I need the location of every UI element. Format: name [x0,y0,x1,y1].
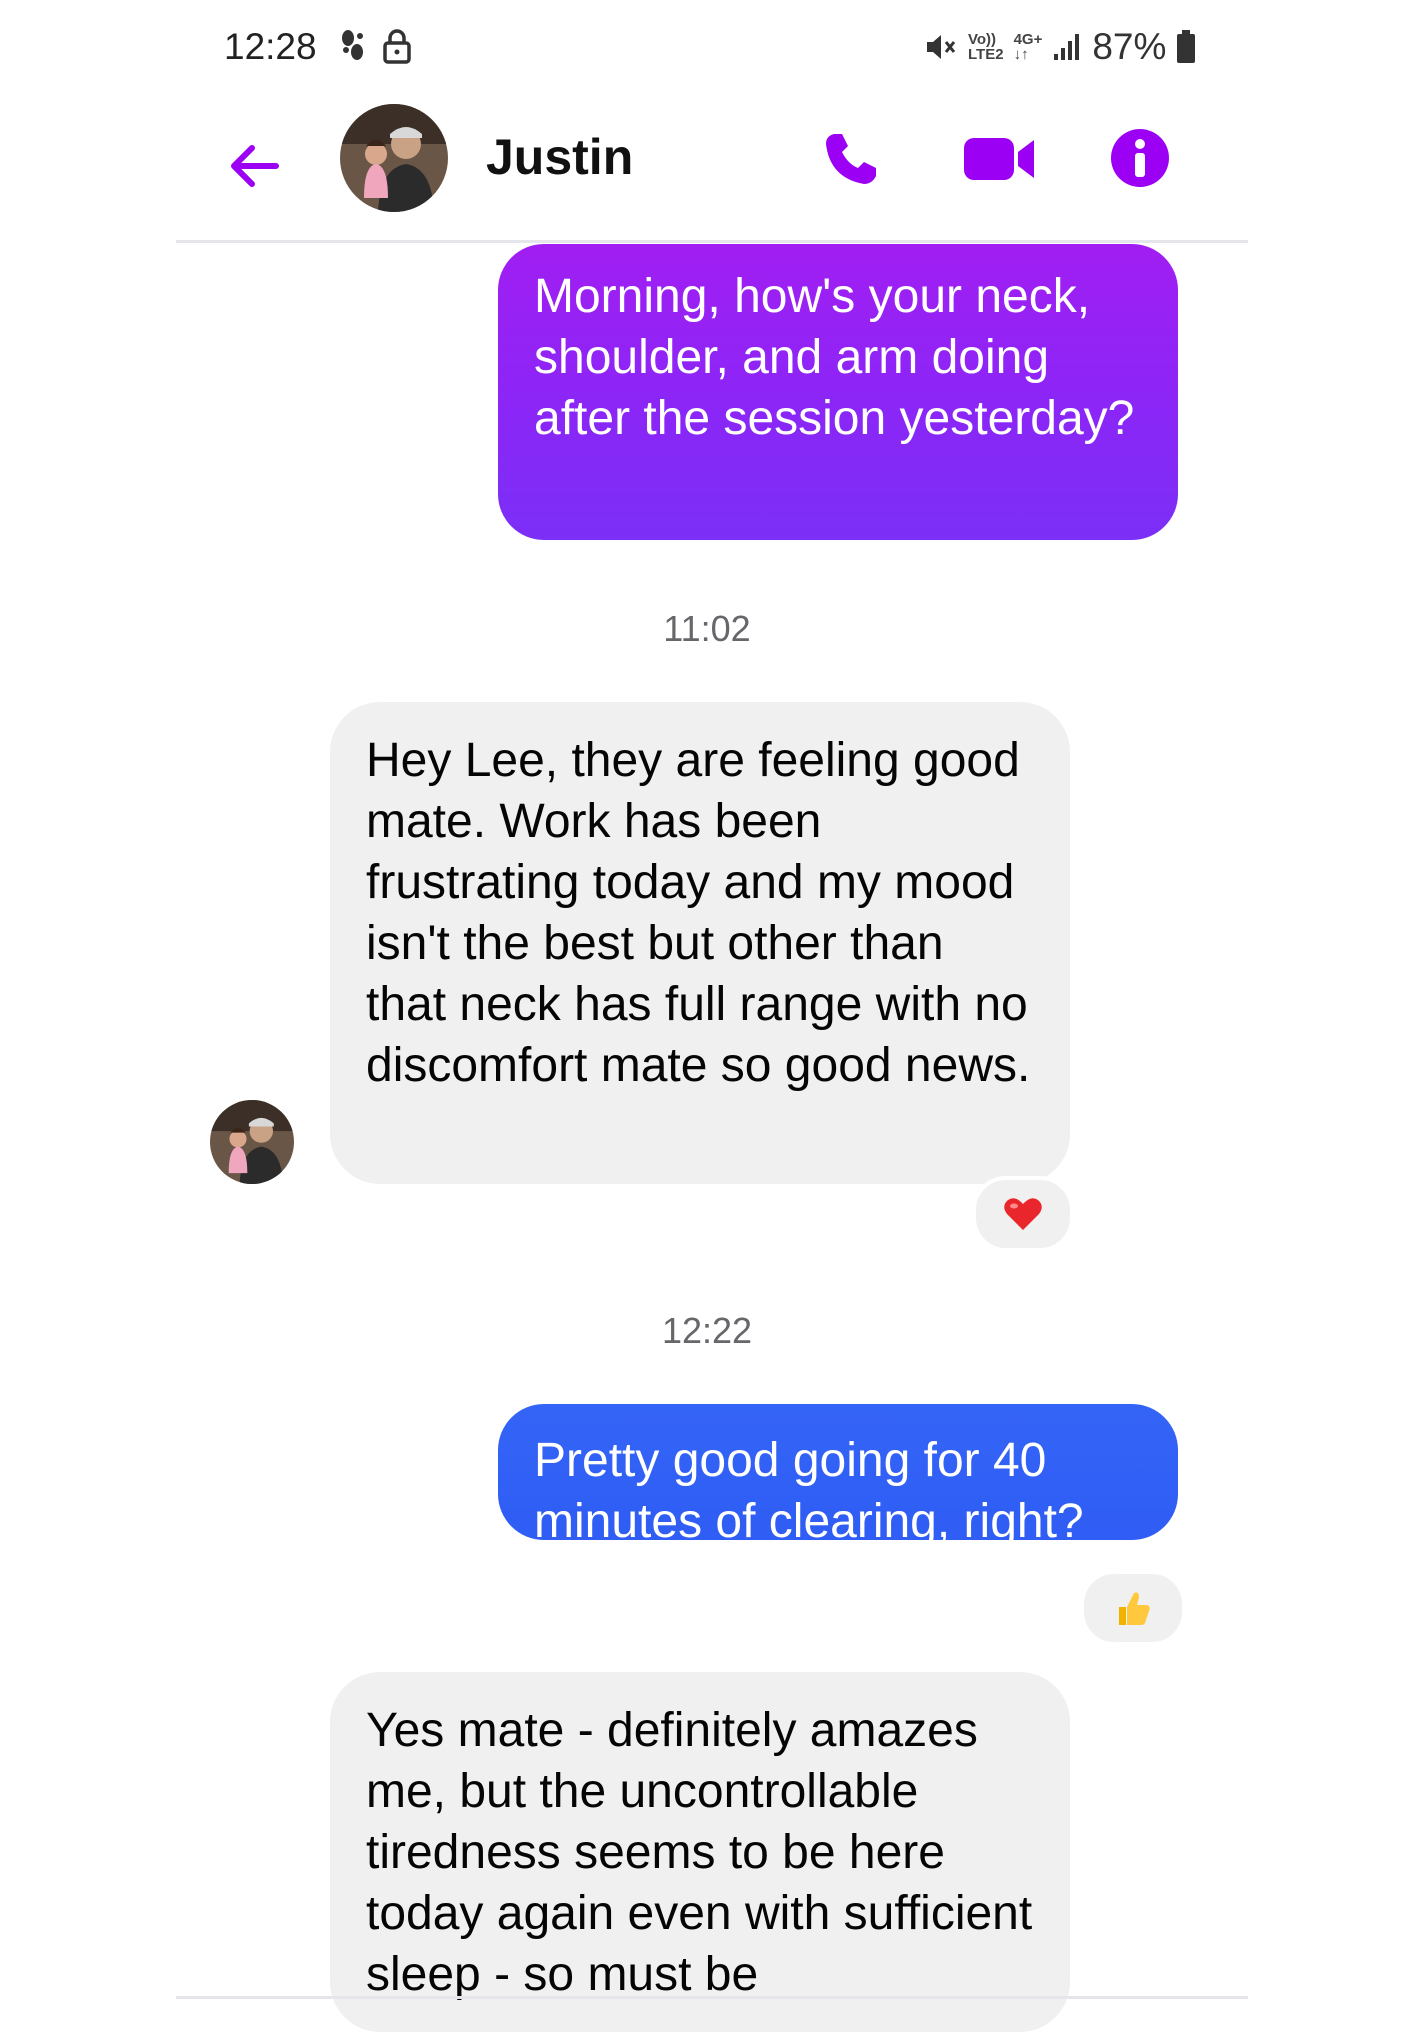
network-lte: LTE2 [968,46,1004,63]
heart-icon [1004,1198,1042,1230]
message-timestamp: 11:02 [663,608,751,649]
thumbs-up-icon [1119,1592,1150,1625]
network-volte: Vo)) [968,31,997,48]
signal-icon [1054,34,1080,60]
heart-reaction[interactable] [972,1176,1074,1252]
composer-divider [176,1996,1248,1999]
battery-percent: 87% [1092,26,1167,67]
conversation-header: Justin [176,96,1248,243]
outgoing-message-bubble[interactable]: Morning, how's your neck, shoulder, and … [498,244,1178,540]
lock-icon [383,29,411,64]
incoming-message-bubble[interactable]: Hey Lee, they are feeling good mate. Wor… [330,702,1070,1184]
thumbs-up-reaction[interactable] [1080,1570,1186,1646]
avatar-photo [340,104,448,212]
status-time: 12:28 [224,26,317,67]
contact-avatar[interactable] [340,104,448,212]
incoming-message-bubble[interactable]: Yes mate - definitely amazes me, but the… [330,1672,1070,2032]
contact-name[interactable]: Justin [486,128,633,186]
status-bar: 12:28 Vo)) LTE2 4G+ ↓↑ 87% [0,0,1414,96]
message-timestamp: 12:22 [661,1310,753,1351]
outgoing-message-bubble[interactable]: Pretty good going for 40 minutes of clea… [498,1404,1178,1548]
phone-icon[interactable] [820,128,880,188]
network-type: 4G+ [1013,31,1043,48]
video-camera-icon[interactable] [962,134,1038,184]
steps-icon [342,30,363,60]
back-arrow-icon[interactable] [224,136,284,196]
sender-avatar[interactable] [210,1100,294,1184]
battery-icon [1177,30,1196,63]
mute-icon [927,35,956,59]
avatar-photo [210,1100,294,1184]
info-icon[interactable] [1110,128,1170,188]
